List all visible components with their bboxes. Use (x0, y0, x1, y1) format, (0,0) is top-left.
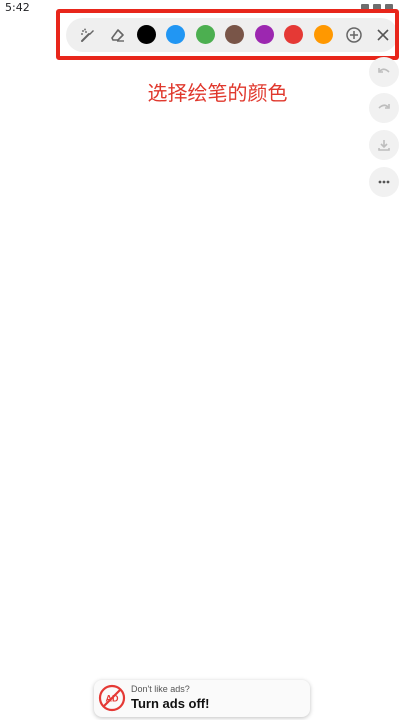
more-options-button[interactable] (369, 167, 399, 197)
instruction-caption: 选择绘笔的颜色 (147, 81, 288, 105)
ad-icon-label: AD (106, 694, 119, 704)
redo-icon (378, 104, 390, 109)
download-icon (378, 140, 390, 151)
ad-cta[interactable]: Turn ads off! (131, 696, 209, 711)
undo-button[interactable] (369, 57, 399, 87)
more-icon (378, 180, 390, 184)
status-time: 5:42 (5, 1, 30, 14)
ad-banner[interactable]: AD Don't like ads? Turn ads off! (94, 680, 310, 717)
no-ads-icon: AD (98, 684, 126, 712)
download-button[interactable] (369, 130, 399, 160)
annotation-highlight (56, 9, 399, 60)
undo-icon (378, 68, 390, 73)
ad-subtitle: Don't like ads? (131, 684, 190, 694)
redo-button[interactable] (369, 93, 399, 123)
